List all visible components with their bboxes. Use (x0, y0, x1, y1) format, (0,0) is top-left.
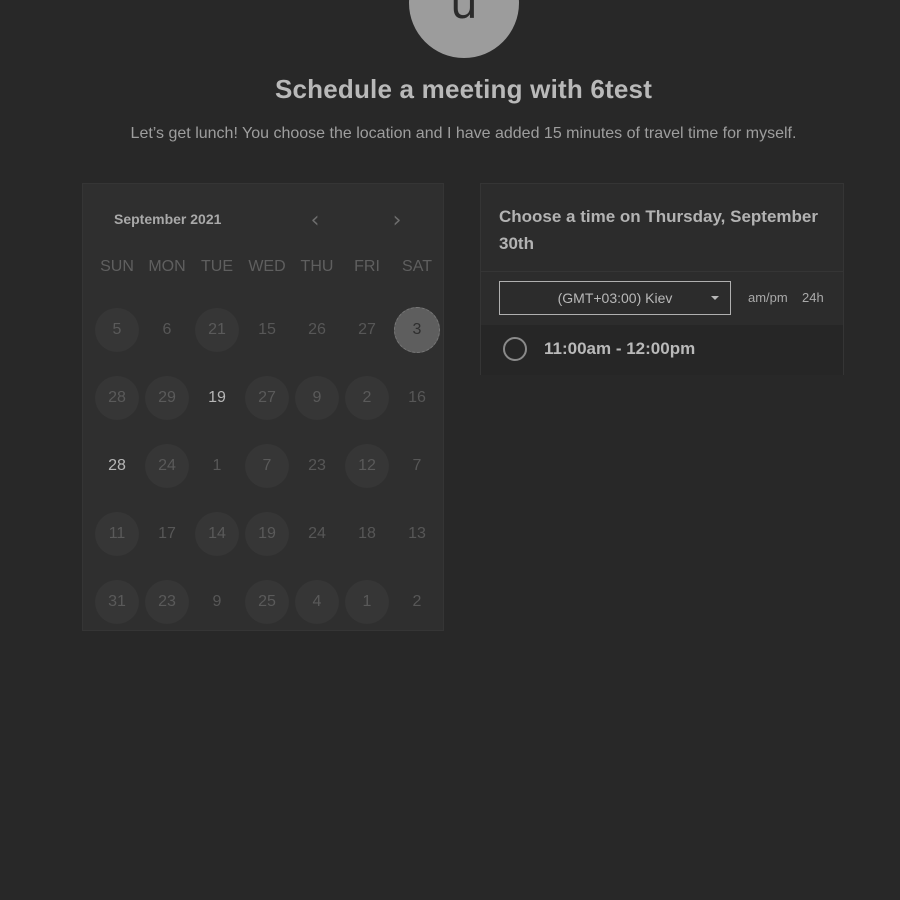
caret-down-icon (711, 296, 719, 300)
calendar-day[interactable]: 29 (142, 364, 192, 432)
calendar-day[interactable]: 9 (292, 364, 342, 432)
calendar-day-number: 17 (158, 525, 176, 542)
calendar-day: 13 (392, 500, 442, 568)
format-24h-toggle[interactable]: 24h (802, 290, 824, 305)
calendar-day-number: 4 (295, 580, 339, 624)
panel-divider (481, 271, 843, 272)
calendar-day-number: 2 (412, 593, 422, 610)
page-title: Schedule a meeting with 6test (274, 74, 653, 104)
calendar-day: 7 (392, 432, 442, 500)
timezone-value: (GMT+03:00) Kiev (557, 290, 673, 306)
calendar-day[interactable]: 11 (92, 500, 142, 568)
calendar-day-number: 23 (145, 580, 189, 624)
radio-icon[interactable] (503, 337, 527, 361)
calendar-day-number: 1 (345, 580, 389, 624)
calendar-day[interactable]: 23 (142, 568, 192, 636)
calendar-day-number: 3 (394, 307, 440, 353)
calendar-day-number: 25 (245, 580, 289, 624)
calendar-day-number: 2 (345, 376, 389, 420)
calendar-day-number: 6 (162, 321, 172, 338)
calendar-day[interactable]: 3 (392, 296, 442, 364)
weekday-mon: MON (148, 258, 186, 275)
calendar-day[interactable]: 2 (342, 364, 392, 432)
weekday-wed: WED (248, 258, 286, 275)
calendar-day-number: 21 (195, 308, 239, 352)
calendar-day: 23 (292, 432, 342, 500)
calendar-day-number: 26 (308, 321, 326, 338)
host-avatar: u (409, 0, 519, 58)
calendar-day: 27 (342, 296, 392, 364)
calendar-day-number: 5 (95, 308, 139, 352)
calendar-day[interactable]: 5 (92, 296, 142, 364)
calendar-day-number: 7 (412, 457, 422, 474)
weekday-header: SUN MON TUE WED THU FRI SAT (92, 258, 444, 276)
calendar-day-number: 18 (358, 525, 376, 542)
calendar-day: 15 (242, 296, 292, 364)
calendar-day: 18 (342, 500, 392, 568)
calendar-day-number: 27 (358, 321, 376, 338)
calendar-day-grid: 5 6 21 15 26 27 3 28 29 19 27 9 2 16 28 24 1 7 23 12 7 11 17 14… (92, 296, 444, 636)
calendar-day[interactable]: 31 (92, 568, 142, 636)
calendar-day-number: 28 (95, 376, 139, 420)
calendar-day: 26 (292, 296, 342, 364)
calendar-day-number: 24 (308, 525, 326, 542)
calendar-day-number: 13 (408, 525, 426, 542)
calendar-day-number: 1 (212, 457, 222, 474)
time-picker-heading: Choose a time on Thursday, September 30t… (499, 207, 818, 253)
weekday-sun: SUN (100, 258, 134, 275)
calendar-day-number: 16 (408, 389, 426, 406)
time-slot[interactable]: 11:00am - 12:00pm (481, 325, 843, 375)
calendar-day[interactable]: 4 (292, 568, 342, 636)
calendar-day: 17 (142, 500, 192, 568)
chevron-right-icon[interactable]: › (385, 208, 409, 233)
calendar-day-number: 7 (245, 444, 289, 488)
calendar-day: 9 (192, 568, 242, 636)
calendar-day-number: 11 (95, 512, 139, 556)
calendar-day: 2 (392, 568, 442, 636)
calendar-day-number: 9 (295, 376, 339, 420)
calendar-day[interactable]: 27 (242, 364, 292, 432)
time-picker-panel: Choose a time on Thursday, September 30t… (480, 183, 844, 375)
calendar-day[interactable]: 19 (242, 500, 292, 568)
calendar-day[interactable]: 28 (92, 432, 142, 500)
calendar-day[interactable]: 7 (242, 432, 292, 500)
calendar: September 2021 ‹ › SUN MON TUE WED THU F… (82, 183, 444, 631)
calendar-day-number: 9 (212, 593, 222, 610)
calendar-day[interactable]: 28 (92, 364, 142, 432)
calendar-day: 6 (142, 296, 192, 364)
calendar-day-number: 19 (245, 512, 289, 556)
calendar-day[interactable]: 21 (192, 296, 242, 364)
page-subtitle: Let’s get lunch! You choose the location… (130, 125, 797, 142)
calendar-day-number: 23 (308, 457, 326, 474)
calendar-day-number: 31 (95, 580, 139, 624)
calendar-day[interactable]: 19 (192, 364, 242, 432)
weekday-thu: THU (300, 258, 334, 275)
calendar-day[interactable]: 24 (142, 432, 192, 500)
weekday-fri: FRI (354, 258, 380, 275)
calendar-month-label: September 2021 (114, 211, 222, 227)
timezone-select[interactable]: (GMT+03:00) Kiev (499, 281, 731, 315)
format-ampm-toggle[interactable]: am/pm (748, 290, 788, 305)
avatar-letter: u (450, 0, 478, 29)
calendar-day-number: 12 (345, 444, 389, 488)
calendar-day-number: 19 (208, 389, 226, 406)
calendar-day[interactable]: 14 (192, 500, 242, 568)
calendar-day[interactable]: 12 (342, 432, 392, 500)
weekday-tue: TUE (201, 258, 233, 275)
calendar-day-number: 28 (108, 457, 126, 474)
calendar-day-number: 24 (145, 444, 189, 488)
time-slot-label: 11:00am - 12:00pm (544, 339, 696, 358)
calendar-day: 1 (192, 432, 242, 500)
calendar-day-number: 27 (245, 376, 289, 420)
calendar-day-number: 14 (195, 512, 239, 556)
calendar-day: 16 (392, 364, 442, 432)
calendar-day-number: 29 (145, 376, 189, 420)
calendar-day[interactable]: 1 (342, 568, 392, 636)
calendar-day-number: 15 (258, 321, 276, 338)
weekday-sat: SAT (402, 258, 432, 275)
calendar-day: 24 (292, 500, 342, 568)
calendar-day[interactable]: 25 (242, 568, 292, 636)
chevron-left-icon[interactable]: ‹ (303, 208, 327, 233)
